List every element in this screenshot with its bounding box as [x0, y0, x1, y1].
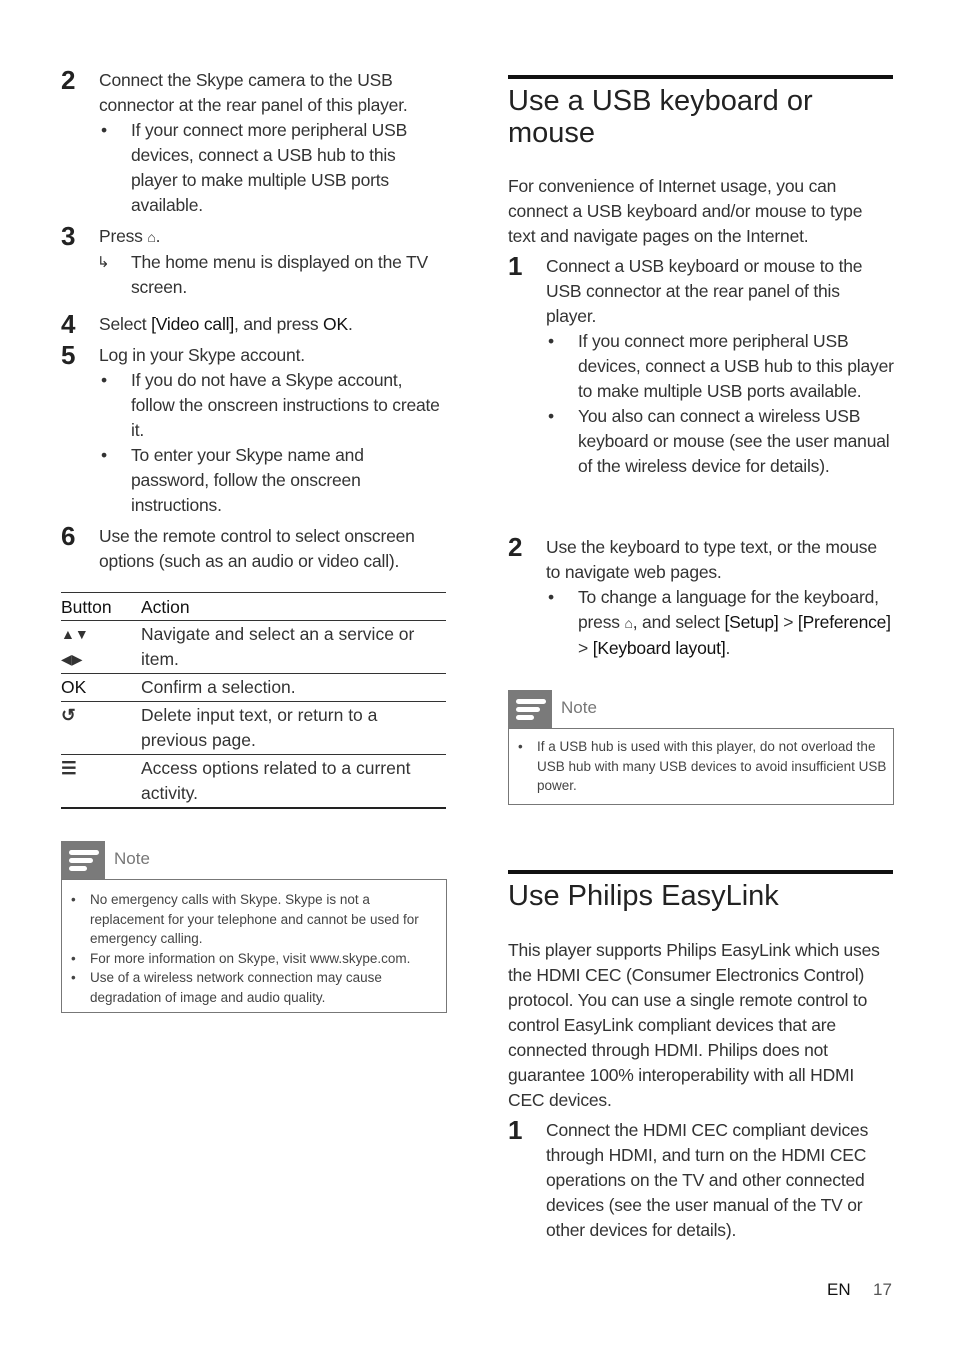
navigation-arrows-icon: ▲▼ ◀▶ [61, 620, 141, 674]
bullet-item: You also can connect a wireless USB keyb… [578, 406, 890, 476]
section-rule [508, 75, 893, 79]
step-number: 4 [61, 309, 76, 339]
step-text: Use the remote control to select onscree… [99, 526, 415, 571]
step-number: 1 [508, 1115, 523, 1145]
bullet-text: , and select [632, 612, 725, 632]
button-action-table: Button Action ▲▼ ◀▶ Navigate and select a… [61, 592, 446, 809]
table-row: ▲▼ ◀▶ Navigate and select an a service or… [61, 620, 446, 674]
step-number: 2 [508, 532, 523, 562]
section-title-usb: Use a USB keyboard or mouse [508, 85, 813, 149]
note-label: Note [114, 849, 150, 868]
usb-step-2: 2 Use the keyboard to type text, or the … [508, 532, 894, 661]
intro-text: For convenience of Internet usage, you c… [508, 176, 863, 246]
ok-button-label: OK [61, 673, 141, 702]
menu-keyword-keyboard-layout: [Keyboard layout] [592, 638, 726, 658]
table-row: ↺ Delete input text, or return to a prev… [61, 701, 446, 755]
menu-keyword-setup: [Setup] [724, 612, 779, 632]
step-text: , and press [234, 314, 324, 334]
table-header: Button Action [61, 592, 446, 621]
note-icon [508, 690, 552, 728]
note-item: If a USB hub is used with this player, d… [509, 737, 893, 796]
step-text: Press [99, 226, 148, 246]
step-number: 2 [61, 65, 76, 95]
footer-language: EN [827, 1280, 851, 1299]
home-icon: ⌂ [624, 615, 633, 631]
note-label: Note [561, 698, 597, 717]
step-text: Connect the Skype camera to the USB conn… [99, 70, 408, 115]
header-button: Button [61, 592, 141, 621]
note-item: No emergency calls with Skype. Skype is … [62, 890, 446, 949]
back-icon: ↺ [61, 701, 141, 755]
step-text: Connect the HDMI CEC compliant devices t… [546, 1120, 869, 1240]
step-text: Connect a USB keyboard or mouse to the U… [546, 256, 863, 326]
step-text: Log in your Skype account. [99, 345, 305, 365]
step-5: 5 Log in your Skype account. • If you do … [61, 340, 446, 518]
step-text: Use the keyboard to type text, or the mo… [546, 537, 877, 582]
bullet-item: If you connect more peripheral USB devic… [578, 331, 894, 401]
step-text-end: . [347, 314, 353, 334]
step-2: 2 Connect the Skype camera to the USB co… [61, 65, 446, 218]
note-item: For more information on Skype, visit www… [62, 949, 446, 969]
step-3: 3 Press ⌂. ↳ The home menu is displayed o… [61, 221, 446, 300]
menu-keyword-preference: [Preference] [797, 612, 891, 632]
step-number: 1 [508, 251, 523, 281]
note-box: No emergency calls with Skype. Skype is … [61, 879, 447, 1013]
bullet-end: . [725, 638, 731, 658]
header-action: Action [141, 592, 446, 621]
bullet-item: If you do not have a Skype account, foll… [131, 370, 440, 440]
bullet-item: If your connect more peripheral USB devi… [131, 120, 408, 215]
separator: > [578, 638, 593, 658]
ok-keyword: OK [323, 314, 348, 334]
step-6: 6 Use the remote control to select onscr… [61, 521, 446, 574]
row-action: Navigate and select an a service or item… [141, 620, 446, 674]
note-box: If a USB hub is used with this player, d… [508, 728, 894, 805]
result-arrow-icon: ↳ [97, 254, 110, 271]
intro-text: This player supports Philips EasyLink wh… [508, 940, 880, 1110]
home-icon: ⌂ [147, 229, 156, 245]
step-number: 5 [61, 340, 76, 370]
usb-step-1: 1 Connect a USB keyboard or mouse to the… [508, 251, 894, 476]
step-number: 6 [61, 521, 76, 551]
easylink-step-1: 1 Connect the HDMI CEC compliant devices… [508, 1115, 894, 1243]
row-action: Confirm a selection. [141, 673, 446, 702]
step-text-end: . [155, 226, 161, 246]
note-icon [61, 841, 105, 879]
table-row: ☰ Access options related to a current ac… [61, 754, 446, 809]
menu-keyword: [Video call] [151, 314, 234, 334]
table-row: OK Confirm a selection. [61, 673, 446, 702]
note-item: Use of a wireless network connection may… [62, 968, 446, 1007]
easylink-intro: This player supports Philips EasyLink wh… [508, 938, 894, 1113]
page-number: 17 [873, 1280, 892, 1299]
section-title-easylink: Use Philips EasyLink [508, 880, 779, 912]
step-number: 3 [61, 221, 76, 251]
row-action: Access options related to a current acti… [141, 754, 446, 809]
separator: > [778, 612, 798, 632]
section-rule [508, 870, 893, 874]
usb-intro: For convenience of Internet usage, you c… [508, 174, 894, 249]
step-4: 4 Select [Video call], and press OK. [61, 309, 446, 339]
row-action: Delete input text, or return to a previo… [141, 701, 446, 755]
step-result: The home menu is displayed on the TV scr… [131, 252, 428, 297]
step-text: Select [99, 314, 152, 334]
bullet-item: To enter your Skype name and password, f… [131, 445, 364, 515]
options-icon: ☰ [61, 754, 141, 809]
